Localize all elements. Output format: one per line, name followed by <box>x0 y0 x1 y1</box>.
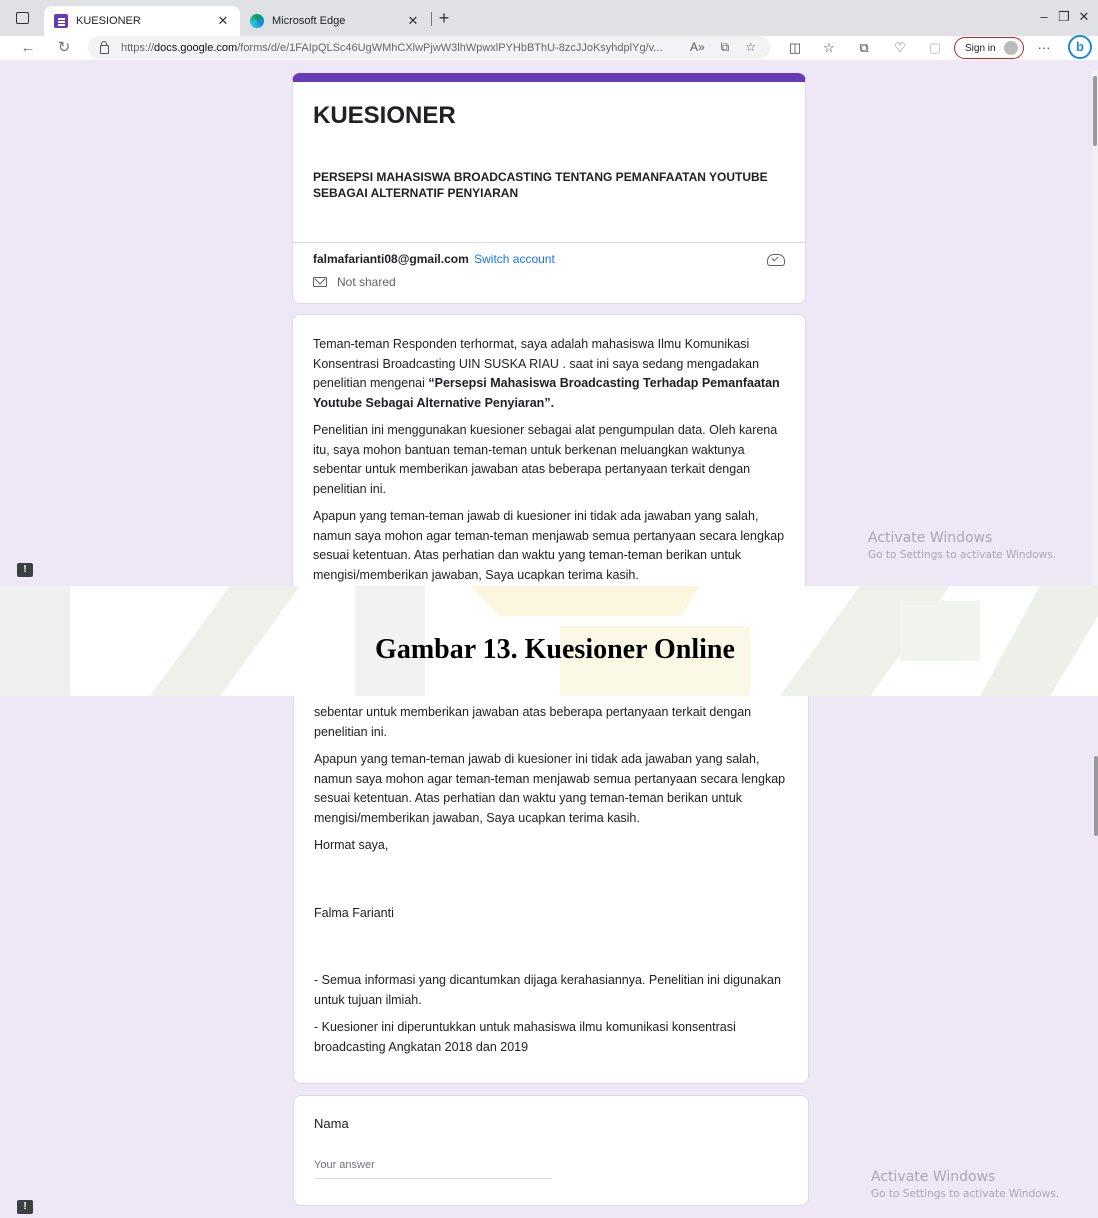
account-email: falmafarianti08@gmail.com <box>313 252 469 266</box>
close-icon[interactable]: ✕ <box>216 13 230 29</box>
activate-windows-watermark: Activate Windows Go to Settings to activ… <box>871 1169 1060 1200</box>
browser-essentials-icon[interactable]: ♡ <box>891 40 909 56</box>
restore-icon[interactable]: ❐ <box>1054 9 1074 25</box>
window-close-icon[interactable]: ✕ <box>1074 9 1094 25</box>
description-paragraph-1: Teman-teman Responden terhormat, saya ad… <box>313 337 780 410</box>
tab-microsoft-edge[interactable]: Microsoft Edge ✕ <box>240 6 430 36</box>
scrollbar-thumb[interactable] <box>1094 756 1098 836</box>
favorite-star-icon[interactable]: ☆ <box>745 40 756 55</box>
account-row: falmafarianti08@gmail.com Switch account <box>313 252 555 266</box>
screenshot-bottom: sebentar untuk memberikan jawaban atas b… <box>0 696 1098 1218</box>
form-title-card: KUESIONER PERSEPSI MAHASISWA BROADCASTIN… <box>292 73 806 304</box>
feedback-icon[interactable]: ! <box>17 1200 33 1214</box>
form-description: sebentar untuk memberikan jawaban atas b… <box>314 703 790 1065</box>
form-description: Teman-teman Responden terhormat, saya ad… <box>313 335 789 586</box>
question-label: Nama <box>314 1116 349 1131</box>
new-tab-icon[interactable]: + <box>434 8 454 29</box>
edge-icon <box>250 14 264 28</box>
address-bar[interactable]: https://docs.google.com/forms/d/e/1FAIpQ… <box>88 36 770 59</box>
read-aloud-icon[interactable]: A» <box>690 40 705 55</box>
activate-windows-watermark: Activate Windows Go to Settings to activ… <box>868 530 1057 561</box>
favorites-icon[interactable]: ☆ <box>820 40 838 56</box>
shared-status: Not shared <box>313 275 396 289</box>
tab-bar: KUESIONER ✕ Microsoft Edge ✕ + – ❐ ✕ <box>0 0 1098 36</box>
back-icon[interactable]: ← <box>18 39 38 57</box>
divider <box>293 242 805 243</box>
more-icon[interactable]: ··· <box>1035 40 1053 55</box>
bing-icon[interactable]: b <box>1068 35 1092 59</box>
cloud-saved-icon <box>767 254 785 266</box>
address-bar-tools: A» ⧉ ☆ <box>690 40 756 55</box>
question-card-nama: Nama Your answer <box>293 1095 809 1206</box>
refresh-icon[interactable]: ↻ <box>54 39 74 57</box>
mail-icon <box>313 277 327 287</box>
description-paragraph-3: Apapun yang teman-teman jawab di kuesion… <box>314 752 786 825</box>
url-text[interactable]: https://docs.google.com/forms/d/e/1FAIpQ… <box>121 42 681 54</box>
answer-input[interactable]: Your answer <box>314 1159 552 1179</box>
note-confidentiality: - Semua informasi yang dicantumkan dijag… <box>314 973 781 1007</box>
figure-caption: Gambar 13. Kuesioner Online <box>375 634 735 665</box>
google-forms-icon <box>54 14 68 28</box>
switch-account-link[interactable]: Switch account <box>474 252 555 266</box>
app-available-icon[interactable]: ⧉ <box>721 40 730 55</box>
document-page: KUESIONER ✕ Microsoft Edge ✕ + – ❐ ✕ ← ↻… <box>0 0 1098 1218</box>
form-title: KUESIONER <box>313 102 456 129</box>
caption-band: Gambar 13. Kuesioner Online <box>0 586 1098 696</box>
collections-icon[interactable]: ⧉ <box>855 40 873 56</box>
description-paragraph-2: Penelitian ini menggunakan kuesioner seb… <box>313 423 778 496</box>
lock-icon <box>100 40 109 54</box>
sign-in-label: Sign in <box>965 42 996 54</box>
sign-in-button[interactable]: Sign in <box>954 37 1024 59</box>
close-icon[interactable]: ✕ <box>406 13 420 29</box>
signer-name: Falma Farianti <box>314 905 394 920</box>
avatar <box>1003 41 1018 55</box>
screenshot-top: KUESIONER ✕ Microsoft Edge ✕ + – ❐ ✕ ← ↻… <box>0 0 1098 586</box>
extension-icon[interactable]: ▢ <box>926 40 944 56</box>
not-shared-label: Not shared <box>337 275 396 289</box>
tab-kuesioner[interactable]: KUESIONER ✕ <box>44 6 240 36</box>
tab-label: KUESIONER <box>76 15 141 27</box>
description-paragraph-2-tail: sebentar untuk memberikan jawaban atas b… <box>314 705 752 739</box>
feedback-icon[interactable]: ! <box>17 563 33 577</box>
tab-label: Microsoft Edge <box>272 15 346 27</box>
note-target-respondents: - Kuesioner ini diperuntukkan untuk maha… <box>314 1020 736 1054</box>
form-subtitle: PERSEPSI MAHASISWA BROADCASTING TENTANG … <box>313 170 768 200</box>
minimize-icon[interactable]: – <box>1034 9 1054 24</box>
form-description-card: Teman-teman Responden terhormat, saya ad… <box>292 314 806 586</box>
form-description-card: sebentar untuk memberikan jawaban atas b… <box>293 696 809 1084</box>
scrollbar[interactable] <box>1092 70 1098 586</box>
description-paragraph-3: Apapun yang teman-teman jawab di kuesion… <box>313 509 785 582</box>
tab-separator <box>431 12 432 26</box>
split-screen-icon[interactable]: ◫ <box>786 40 804 56</box>
closing-text: Hormat saya, <box>314 838 389 852</box>
tab-actions-icon[interactable] <box>16 12 29 24</box>
